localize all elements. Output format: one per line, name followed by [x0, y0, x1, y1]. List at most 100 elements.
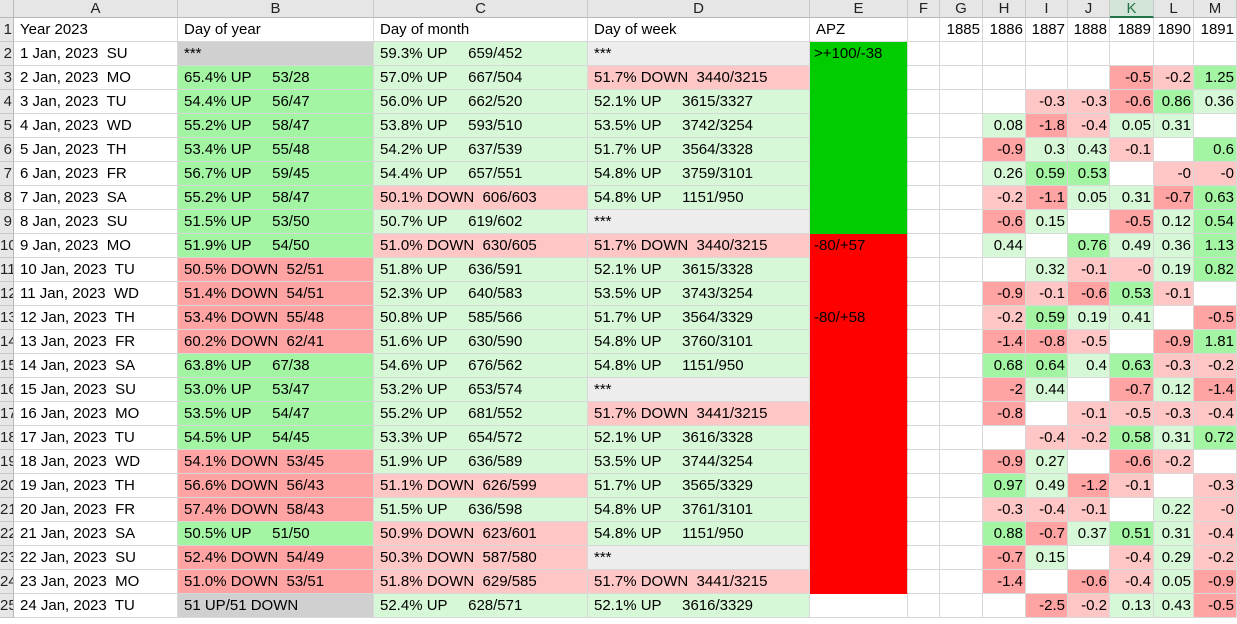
year-value-cell[interactable]	[940, 570, 983, 594]
empty-cell[interactable]	[908, 306, 940, 330]
year-value-cell[interactable]: -0.5	[1110, 402, 1154, 426]
year-value-cell[interactable]: -0	[1110, 258, 1154, 282]
row-header-2[interactable]: 2	[0, 42, 14, 66]
date-cell[interactable]: 22 Jan, 2023 SU	[14, 546, 178, 570]
year-value-cell[interactable]: -0.2	[1194, 546, 1237, 570]
day-of-year-cell[interactable]: 53.4% DOWN 55/48	[178, 306, 374, 330]
row-header-6[interactable]: 6	[0, 138, 14, 162]
row-header-25[interactable]: 25	[0, 594, 14, 618]
apz-cell[interactable]	[810, 66, 908, 90]
year-value-cell[interactable]: 0.63	[1110, 354, 1154, 378]
empty-cell[interactable]	[908, 282, 940, 306]
year-value-cell[interactable]: -0.2	[1154, 66, 1194, 90]
year-value-cell[interactable]	[940, 114, 983, 138]
date-cell[interactable]: 15 Jan, 2023 SU	[14, 378, 178, 402]
apz-cell[interactable]	[810, 330, 908, 354]
day-of-month-cell[interactable]: 53.8% UP 593/510	[374, 114, 588, 138]
apz-cell[interactable]	[810, 594, 908, 618]
year-value-cell[interactable]: 0.31	[1110, 186, 1154, 210]
day-of-week-cell[interactable]: 51.7% UP 3565/3329	[588, 474, 810, 498]
column-header-f[interactable]: F	[908, 0, 940, 18]
date-cell[interactable]: 12 Jan, 2023 TH	[14, 306, 178, 330]
year-value-cell[interactable]	[940, 378, 983, 402]
apz-cell[interactable]: >+100/-38	[810, 42, 908, 66]
year-value-cell[interactable]	[940, 330, 983, 354]
column-header-m[interactable]: M	[1194, 0, 1237, 18]
year-value-cell[interactable]: -0.2	[983, 306, 1026, 330]
year-value-cell[interactable]	[1154, 306, 1194, 330]
day-of-month-cell[interactable]: 51.6% UP 630/590	[374, 330, 588, 354]
year-value-cell[interactable]	[1068, 66, 1110, 90]
header-cell-year-1887[interactable]: 1887	[1026, 18, 1068, 42]
day-of-month-cell[interactable]: 51.5% UP 636/598	[374, 498, 588, 522]
year-value-cell[interactable]: 0.59	[1026, 306, 1068, 330]
day-of-month-cell[interactable]: 54.4% UP 657/551	[374, 162, 588, 186]
year-value-cell[interactable]: -0.4	[1194, 402, 1237, 426]
year-value-cell[interactable]: -0.9	[983, 450, 1026, 474]
date-cell[interactable]: 2 Jan, 2023 MO	[14, 66, 178, 90]
year-value-cell[interactable]	[1068, 450, 1110, 474]
empty-cell[interactable]	[908, 42, 940, 66]
year-value-cell[interactable]: 0.58	[1110, 426, 1154, 450]
header-cell-day-of-week[interactable]: Day of week	[588, 18, 810, 42]
year-value-cell[interactable]: 0.32	[1026, 258, 1068, 282]
date-cell[interactable]: 16 Jan, 2023 MO	[14, 402, 178, 426]
date-cell[interactable]: 13 Jan, 2023 FR	[14, 330, 178, 354]
day-of-month-cell[interactable]: 50.3% DOWN 587/580	[374, 546, 588, 570]
apz-cell[interactable]	[810, 162, 908, 186]
apz-cell[interactable]	[810, 498, 908, 522]
empty-cell[interactable]	[908, 474, 940, 498]
year-value-cell[interactable]: 0.19	[1068, 306, 1110, 330]
year-value-cell[interactable]: -0.8	[983, 402, 1026, 426]
empty-cell[interactable]	[908, 90, 940, 114]
day-of-week-cell[interactable]: 54.8% UP 1151/950	[588, 354, 810, 378]
day-of-month-cell[interactable]: 54.2% UP 637/539	[374, 138, 588, 162]
year-value-cell[interactable]: 0.68	[983, 354, 1026, 378]
day-of-week-cell[interactable]: 54.8% UP 3760/3101	[588, 330, 810, 354]
column-header-c[interactable]: C	[374, 0, 588, 18]
year-value-cell[interactable]: 0.31	[1154, 114, 1194, 138]
date-cell[interactable]: 9 Jan, 2023 MO	[14, 234, 178, 258]
header-cell-year-1890[interactable]: 1890	[1154, 18, 1194, 42]
year-value-cell[interactable]: -0.1	[1110, 474, 1154, 498]
header-cell-apz[interactable]: APZ	[810, 18, 908, 42]
apz-cell[interactable]	[810, 90, 908, 114]
column-header-h[interactable]: H	[983, 0, 1026, 18]
year-value-cell[interactable]	[1026, 234, 1068, 258]
day-of-month-cell[interactable]: 51.1% DOWN 626/599	[374, 474, 588, 498]
year-value-cell[interactable]: -1.2	[1068, 474, 1110, 498]
year-value-cell[interactable]: 0.4	[1068, 354, 1110, 378]
year-value-cell[interactable]: -0.3	[1154, 354, 1194, 378]
day-of-week-cell[interactable]: 52.1% UP 3616/3329	[588, 594, 810, 618]
date-cell[interactable]: 10 Jan, 2023 TU	[14, 258, 178, 282]
year-value-cell[interactable]	[940, 66, 983, 90]
year-value-cell[interactable]: 0.44	[983, 234, 1026, 258]
row-header-15[interactable]: 15	[0, 354, 14, 378]
date-cell[interactable]: 18 Jan, 2023 WD	[14, 450, 178, 474]
day-of-month-cell[interactable]: 53.2% UP 653/574	[374, 378, 588, 402]
year-value-cell[interactable]: 0.27	[1026, 450, 1068, 474]
year-value-cell[interactable]: -0.4	[1026, 426, 1068, 450]
year-value-cell[interactable]: -0.6	[1110, 90, 1154, 114]
year-value-cell[interactable]: -0	[1154, 162, 1194, 186]
year-value-cell[interactable]	[940, 546, 983, 570]
day-of-year-cell[interactable]: 54.5% UP 54/45	[178, 426, 374, 450]
year-value-cell[interactable]	[1110, 162, 1154, 186]
date-cell[interactable]: 24 Jan, 2023 TU	[14, 594, 178, 618]
empty-cell[interactable]	[908, 378, 940, 402]
year-value-cell[interactable]: -0.4	[1026, 498, 1068, 522]
column-header-i[interactable]: I	[1026, 0, 1068, 18]
day-of-month-cell[interactable]: 50.1% DOWN 606/603	[374, 186, 588, 210]
apz-cell[interactable]	[810, 258, 908, 282]
day-of-year-cell[interactable]: 53.4% UP 55/48	[178, 138, 374, 162]
year-value-cell[interactable]	[940, 450, 983, 474]
year-value-cell[interactable]: 0.53	[1110, 282, 1154, 306]
apz-cell[interactable]	[810, 546, 908, 570]
header-cell-year-1885[interactable]: 1885	[940, 18, 983, 42]
year-value-cell[interactable]: 0.41	[1110, 306, 1154, 330]
day-of-year-cell[interactable]: 55.2% UP 58/47	[178, 186, 374, 210]
day-of-week-cell[interactable]: 51.7% DOWN 3441/3215	[588, 570, 810, 594]
year-value-cell[interactable]	[1026, 42, 1068, 66]
year-value-cell[interactable]: 0.08	[983, 114, 1026, 138]
year-value-cell[interactable]: 0.22	[1154, 498, 1194, 522]
